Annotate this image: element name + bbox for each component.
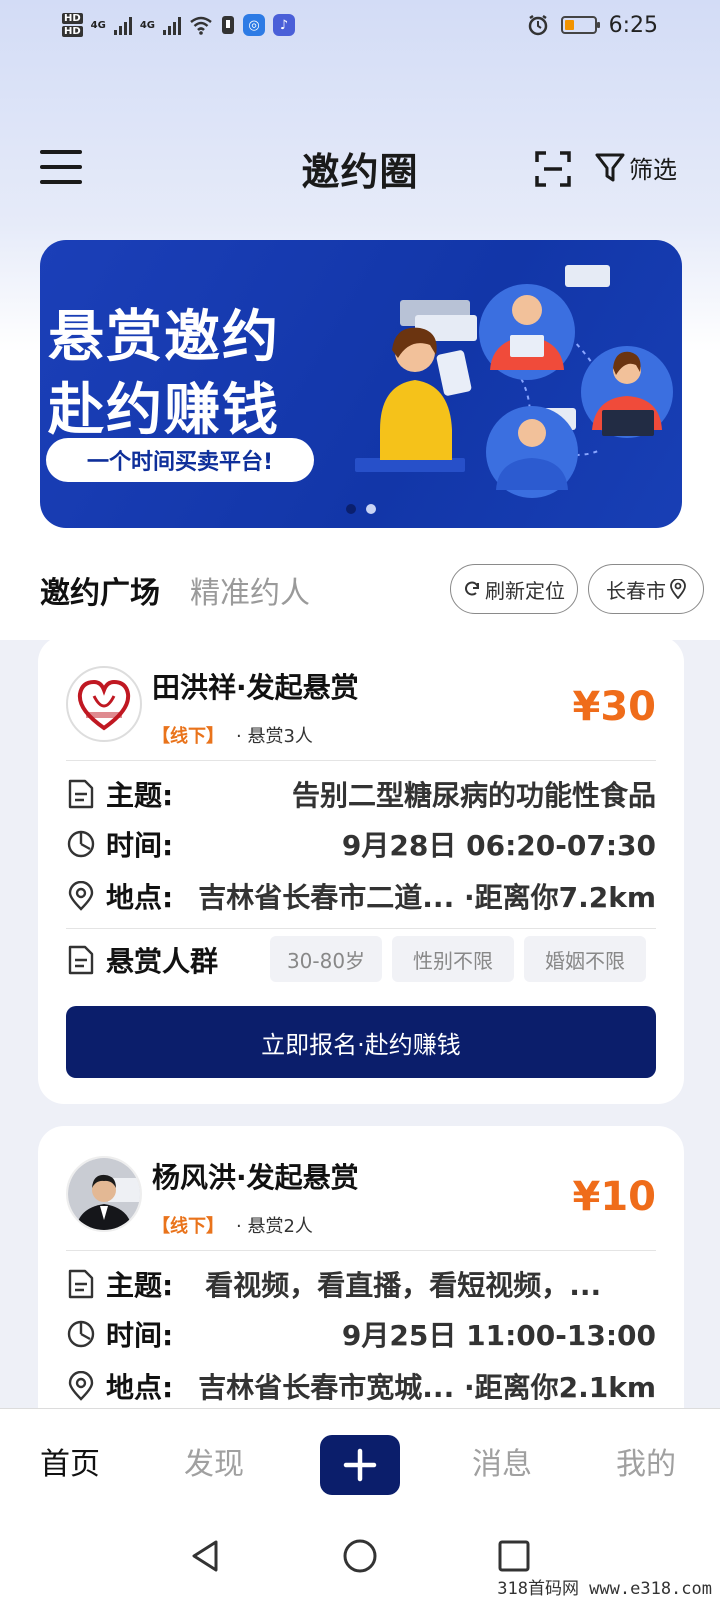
bottom-nav: 首页 发现 消息 我的: [0, 1408, 720, 1512]
age-range-tag: 30-80岁: [270, 936, 382, 982]
banner-headline-2: 赴约赚钱: [48, 378, 280, 443]
banner-illustration: [355, 265, 673, 498]
location-value: 吉林省长春市二道... ·距离你7.2km: [198, 881, 656, 914]
invitation-card[interactable]: 田洪祥·发起悬赏 【线下】 · 悬赏3人 ¥30 主题: 告别二型糖尿病的功能性…: [38, 636, 684, 1104]
time-value: 9月28日 06:20-07:30: [341, 829, 656, 862]
gender-tag: 性别不限: [392, 936, 514, 982]
music-app-icon: ♪: [273, 14, 296, 36]
plus-icon: [343, 1448, 377, 1482]
create-post-button[interactable]: [320, 1435, 400, 1495]
hd-badge-1: HD: [62, 13, 83, 24]
network-type-2: 4G: [139, 19, 156, 31]
watermark-text: 318首码网 www.e318.com: [497, 1579, 712, 1599]
filter-icon: [595, 153, 625, 181]
tabs-row: 邀约广场 精准约人 刷新定位 长春市: [0, 560, 720, 620]
clock-icon: [67, 1320, 95, 1348]
person-photo-avatar: [68, 1158, 140, 1230]
banner-slogan-pill: 一个时间买卖平台!: [46, 438, 314, 482]
divider: [66, 1250, 656, 1251]
signal-icon-2: [163, 15, 182, 35]
location-row: 地点: 吉林省长春市二道... ·距离你7.2km: [66, 876, 656, 916]
filter-button[interactable]: 筛选: [595, 150, 677, 185]
city-label: 长春市: [606, 578, 666, 603]
tab-invite-square[interactable]: 邀约广场: [40, 568, 160, 612]
topic-label: 主题:: [106, 779, 174, 812]
hd-badge-2: HD: [62, 26, 83, 37]
scan-icon[interactable]: [535, 151, 571, 187]
nav-messages[interactable]: 消息: [472, 1439, 532, 1483]
recents-square-icon[interactable]: [494, 1536, 534, 1576]
avatar[interactable]: [66, 1156, 142, 1232]
refresh-location-label: 刷新定位: [485, 578, 565, 603]
heart-logo-avatar: [77, 679, 131, 731]
location-label: 地点:: [106, 1371, 174, 1404]
battery-icon: [560, 16, 600, 34]
signal-icon: [113, 15, 132, 35]
poster-name: 杨风洪·发起悬赏: [152, 1161, 359, 1194]
reward-amount: ¥30: [572, 684, 657, 730]
filter-label: 筛选: [629, 156, 677, 184]
location-value: 吉林省长春市宽城... ·距离你2.1km: [198, 1371, 656, 1404]
nav-mine[interactable]: 我的: [616, 1439, 676, 1483]
divider: [66, 928, 656, 929]
topic-row: 主题: 看视频，看直播，看短视频，...: [66, 1264, 656, 1304]
offline-tag: 【线下】: [152, 1216, 224, 1237]
refresh-icon: [465, 581, 479, 596]
signup-button[interactable]: 立即报名·赴约赚钱: [66, 1006, 656, 1078]
location-label: 地点:: [106, 881, 174, 914]
document-icon: [68, 945, 94, 975]
status-bar: HD HD 4G 4G ◎ ♪ 6:25: [0, 0, 720, 50]
promo-banner[interactable]: 悬赏邀约 赴约赚钱 一个时间买卖平台!: [40, 240, 682, 528]
crowd-row: 悬赏人群: [66, 940, 266, 980]
bounty-count: · 悬赏3人: [236, 726, 313, 747]
nav-home[interactable]: 首页: [40, 1439, 100, 1483]
topic-label: 主题:: [106, 1269, 174, 1302]
time-row: 时间: 9月25日 11:00-13:00: [66, 1314, 656, 1354]
time-value: 9月25日 11:00-13:00: [341, 1319, 656, 1352]
divider: [66, 760, 656, 761]
banner-headline-1: 悬赏邀约: [48, 305, 280, 370]
topic-value: 看视频，看直播，看短视频，...: [205, 1269, 602, 1302]
topic-row: 主题: 告别二型糖尿病的功能性食品: [66, 774, 656, 814]
location-pin-icon: [68, 881, 94, 911]
app-header: 邀约圈 筛选: [0, 128, 720, 208]
home-circle-icon[interactable]: [340, 1536, 380, 1576]
location-pin-icon: [68, 1371, 94, 1401]
back-icon[interactable]: [186, 1536, 226, 1576]
banner-pager: [346, 504, 376, 514]
city-chip[interactable]: 长春市: [588, 564, 704, 614]
offline-tag: 【线下】: [152, 726, 224, 747]
topic-value: 告别二型糖尿病的功能性食品: [291, 779, 656, 812]
clock-icon: [67, 830, 95, 858]
nav-discover[interactable]: 发现: [184, 1439, 244, 1483]
network-type-1: 4G: [90, 19, 106, 31]
time-row: 时间: 9月28日 06:20-07:30: [66, 824, 656, 864]
crowd-label: 悬赏人群: [106, 945, 219, 978]
wifi-icon: [190, 16, 212, 35]
sim-icon: [222, 16, 235, 34]
browser-app-icon: ◎: [243, 14, 266, 36]
tab-precise-invite[interactable]: 精准约人: [190, 568, 310, 612]
status-time: 6:25: [608, 12, 658, 38]
bounty-count: · 悬赏2人: [236, 1216, 313, 1237]
reward-amount: ¥10: [572, 1174, 657, 1220]
document-icon: [68, 779, 94, 809]
alarm-icon: [528, 14, 547, 36]
poster-name: 田洪祥·发起悬赏: [152, 671, 359, 704]
pager-dot-2: [366, 504, 376, 514]
document-icon: [68, 1269, 94, 1299]
time-label: 时间:: [106, 1319, 174, 1352]
time-label: 时间:: [106, 829, 174, 862]
avatar[interactable]: [66, 666, 142, 742]
location-pin-icon: [670, 579, 686, 599]
pager-dot-1: [346, 504, 356, 514]
marriage-tag: 婚姻不限: [524, 936, 646, 982]
location-row: 地点: 吉林省长春市宽城... ·距离你2.1km: [66, 1366, 656, 1406]
refresh-location-chip[interactable]: 刷新定位: [450, 564, 578, 614]
